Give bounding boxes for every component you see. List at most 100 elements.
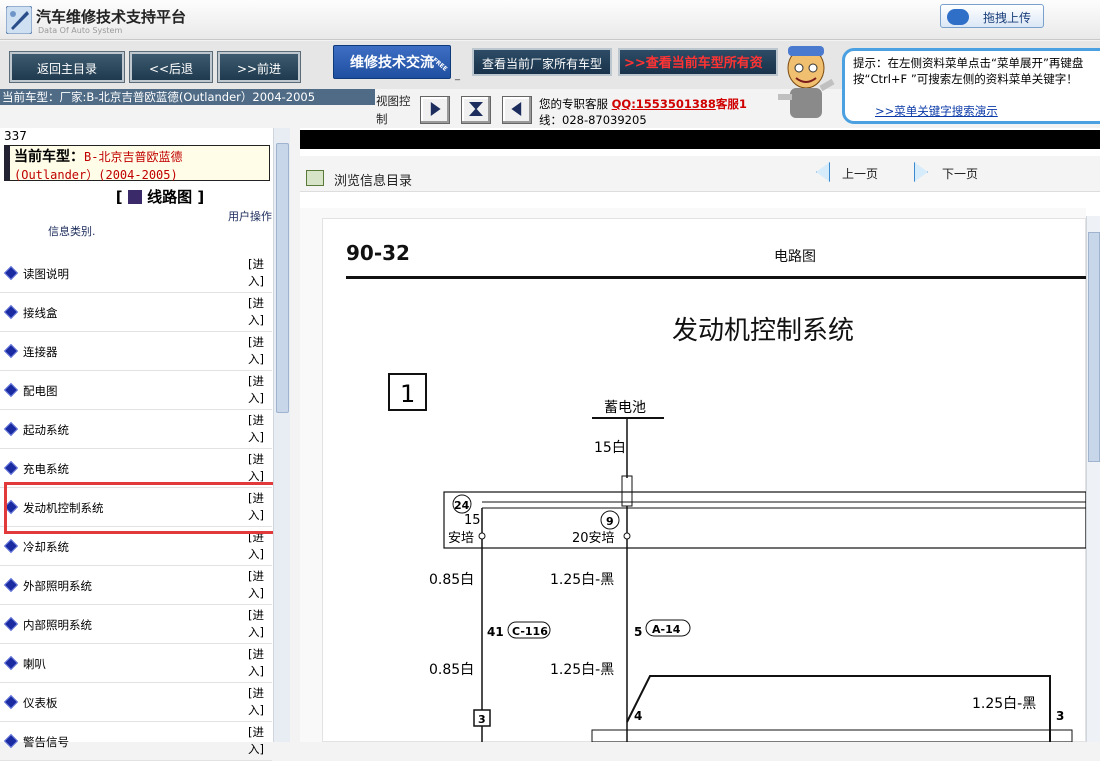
- wrench-logo-icon: [6, 6, 32, 34]
- support-label: 您的专职客服: [539, 97, 608, 111]
- arrow-right-icon: [430, 102, 441, 116]
- view-split-button[interactable]: [461, 96, 491, 124]
- pin-4: 4: [634, 709, 642, 723]
- diamond-bullet-icon: [3, 421, 19, 437]
- right-scrollbar[interactable]: [1086, 216, 1100, 742]
- left-scrollbar[interactable]: [273, 128, 290, 742]
- page-number: 90-32: [346, 241, 410, 265]
- fuse-unit: 安培: [448, 530, 474, 546]
- pin-5: 5: [634, 625, 642, 639]
- prev-page-link[interactable]: 上一页: [842, 165, 878, 182]
- header-rule: [346, 276, 1086, 279]
- home-button[interactable]: 返回主目录: [9, 51, 125, 83]
- category-item[interactable]: 喇叭 [进入]: [0, 644, 272, 683]
- terminal: [478, 532, 486, 540]
- model-value-2: (Outlander）(2004-2005): [14, 168, 178, 182]
- enter-link[interactable]: [进入]: [248, 685, 270, 719]
- enter-link[interactable]: [进入]: [248, 295, 270, 329]
- view-control-label: 视图控制: [376, 94, 411, 126]
- category-name[interactable]: 喇叭: [23, 656, 46, 672]
- diamond-bullet-icon: [3, 460, 19, 476]
- category-name[interactable]: 充电系统: [23, 461, 69, 477]
- current-model-box: 当前车型：B-北京吉普欧蓝德 (Outlander）(2004-2005): [4, 145, 270, 182]
- left-scroll-thumb[interactable]: [276, 143, 289, 413]
- connector-24-label: 24: [454, 499, 470, 512]
- wire-label-w2: 0.85白: [429, 572, 474, 588]
- forum-label: 维修技术交流: [350, 55, 434, 71]
- category-name[interactable]: 起动系统: [23, 422, 69, 438]
- category-item[interactable]: 配电图 [进入]: [0, 371, 272, 410]
- diamond-bullet-icon: [3, 382, 19, 398]
- support-qq-link[interactable]: QQ:1553501388: [612, 97, 716, 111]
- arrow-left-icon: [511, 102, 522, 116]
- enter-link[interactable]: [进入]: [248, 451, 270, 485]
- category-name[interactable]: 配电图: [23, 383, 58, 399]
- diamond-bullet-icon: [3, 616, 19, 632]
- upload-button[interactable]: 拖拽上传: [940, 4, 1044, 28]
- category-item[interactable]: 连接器 [进入]: [0, 332, 272, 371]
- right-scroll-thumb[interactable]: [1088, 232, 1100, 462]
- book-icon: [127, 190, 142, 204]
- selection-highlight: [4, 482, 285, 534]
- fuse-amp-15: 15: [464, 513, 481, 528]
- support-phone: 线：028-87039205: [539, 113, 647, 127]
- category-item[interactable]: 接线盒 [进入]: [0, 293, 272, 332]
- diamond-bullet-icon: [3, 655, 19, 671]
- enter-link[interactable]: [进入]: [248, 373, 270, 407]
- model-value: B-北京吉普欧蓝德: [84, 150, 183, 164]
- category-item[interactable]: 内部照明系统 [进入]: [0, 605, 272, 644]
- wire-label-w4: 0.85白: [429, 662, 474, 678]
- model-all-button[interactable]: >>查看当前车型所有资: [618, 48, 778, 76]
- enter-link[interactable]: [进入]: [248, 529, 270, 563]
- browse-icon[interactable]: [306, 170, 324, 186]
- connector-c116-label: C-116: [512, 625, 548, 638]
- cloud-upload-icon: [947, 9, 969, 25]
- browse-catalog-link[interactable]: 浏览信息目录: [334, 170, 412, 189]
- category-name[interactable]: 接线盒: [23, 305, 58, 321]
- wiring-diagram: 1 蓄电池 15白 24 15 安培 9 20安培 0.85白 1.25白-黑 …: [388, 373, 1086, 742]
- item-count: 337: [4, 129, 27, 143]
- wire-label-w1: 15白: [594, 440, 626, 456]
- terminal: [623, 532, 631, 540]
- enter-link[interactable]: [进入]: [248, 256, 270, 290]
- connector-9-label: 9: [606, 515, 614, 528]
- upload-label: 拖拽上传: [983, 11, 1032, 25]
- search-demo-link[interactable]: >>菜单关键字搜索演示: [875, 103, 998, 119]
- enter-link[interactable]: [进入]: [248, 568, 270, 602]
- category-name[interactable]: 冷却系统: [23, 539, 69, 555]
- forum-button[interactable]: 维修技术交流 FREE: [333, 45, 451, 79]
- category-item[interactable]: 读图说明 [进入]: [0, 254, 272, 293]
- category-name[interactable]: 连接器: [23, 344, 58, 360]
- category-name[interactable]: 外部照明系统: [23, 578, 92, 594]
- app-title: 汽车维修技术支持平台: [36, 8, 187, 26]
- enter-link[interactable]: [进入]: [248, 334, 270, 368]
- category-name[interactable]: 读图说明: [23, 266, 69, 282]
- enter-link[interactable]: [进入]: [248, 607, 270, 641]
- category-name[interactable]: 警告信号: [23, 734, 69, 750]
- support-secondary[interactable]: 客服1: [716, 97, 747, 111]
- view-prev-button[interactable]: [502, 96, 532, 124]
- next-page-link[interactable]: 下一页: [942, 165, 978, 182]
- enter-link[interactable]: [进入]: [248, 724, 270, 758]
- category-item[interactable]: 外部照明系统 [进入]: [0, 566, 272, 605]
- back-button[interactable]: <<后退: [129, 51, 213, 83]
- enter-link[interactable]: [进入]: [248, 412, 270, 446]
- app-subtitle: Data Of Auto System: [38, 26, 123, 35]
- diagram-box-number: 1: [400, 380, 415, 408]
- wire-label-w3: 1.25白-黑: [550, 572, 614, 588]
- page-heading: 电路图: [774, 249, 816, 265]
- link-separator: _: [455, 70, 460, 81]
- column-category: 信息类别.: [48, 225, 96, 238]
- column-action: 用户操作: [228, 210, 272, 223]
- category-name[interactable]: 仪表板: [23, 695, 58, 711]
- current-model-bar: 当前车型：厂家:B-北京吉普欧蓝德(Outlander）2004-2005: [0, 89, 375, 105]
- maker-models-button[interactable]: 查看当前厂家所有车型: [472, 48, 612, 76]
- model-all-label: 查看当前车型所有资: [645, 56, 763, 71]
- category-item[interactable]: 起动系统 [进入]: [0, 410, 272, 449]
- view-next-button[interactable]: [420, 96, 450, 124]
- diamond-bullet-icon: [3, 343, 19, 359]
- forward-button[interactable]: >>前进: [217, 51, 301, 83]
- enter-link[interactable]: [进入]: [248, 646, 270, 680]
- category-item[interactable]: 仪表板 [进入]: [0, 683, 272, 722]
- category-name[interactable]: 内部照明系统: [23, 617, 92, 633]
